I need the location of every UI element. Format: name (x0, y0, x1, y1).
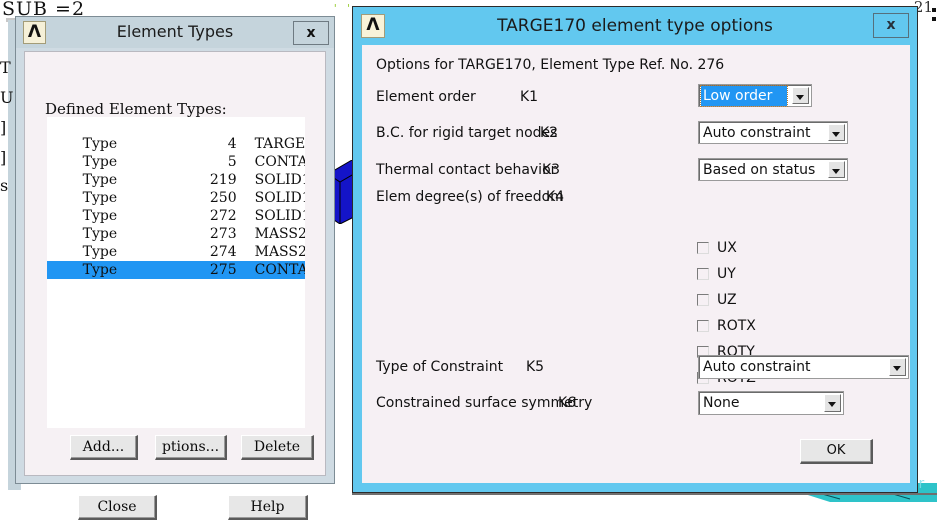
top-tick-marks: ' ' (332, 2, 352, 15)
list-item[interactable]: Type 4 TARGE170 (47, 117, 305, 152)
element-types-body: Defined Element Types: Type 4 TARGE170 Typ… (24, 51, 326, 520)
list-item-name: TARGE170 (254, 280, 305, 296)
list-item-type: Type (82, 190, 118, 206)
list-item-name: SOLID186 (254, 190, 305, 206)
list-item-number: 275 (209, 262, 237, 278)
list-item-name: CONTA174 (254, 262, 305, 278)
targe170-options-dialog: Λ TARGE170 element type options x Option… (352, 6, 918, 493)
close-button[interactable]: Close (78, 495, 157, 520)
list-item-type: Type (82, 262, 118, 278)
left-edge-char: ] (0, 148, 7, 167)
dof-checkbox-label: UZ (717, 292, 737, 308)
list-item-name: CONTA174 (254, 154, 305, 170)
element-types-titlebar[interactable]: Λ Element Types x (16, 17, 334, 48)
list-item-type: Type (82, 208, 118, 224)
constrained-surface-symmetry-value: None (703, 395, 740, 411)
left-edge-char: s (0, 176, 9, 195)
bc-rigid-target-nodes-value: Auto constraint (703, 125, 811, 141)
targe170-titlebar[interactable]: Λ TARGE170 element type options x (353, 7, 917, 45)
constrained-surface-symmetry-dropdown[interactable]: None (698, 391, 844, 415)
bc-rigid-target-nodes-key: K2 (540, 125, 559, 141)
list-item-number: 272 (209, 208, 237, 224)
checkbox-icon[interactable] (697, 320, 709, 332)
type-of-constraint-key: K5 (526, 359, 545, 375)
help-button[interactable]: Help (228, 495, 308, 520)
dof-checkbox-label: ROTX (717, 318, 756, 334)
list-item-type: Type (82, 154, 118, 170)
list-item-name: MASS21 (254, 244, 305, 260)
list-item-number: 4 (227, 136, 237, 152)
elem-dof-label: Elem degree(s) of freedom (376, 189, 564, 205)
left-edge-char: U (0, 88, 14, 107)
chevron-down-icon[interactable] (828, 124, 845, 141)
checkbox-icon[interactable] (697, 242, 709, 254)
add-button[interactable]: Add... (70, 435, 138, 460)
chevron-down-icon[interactable] (889, 358, 906, 376)
list-item-type: Type (82, 280, 118, 296)
list-item-number: 274 (209, 244, 237, 260)
thermal-contact-behavior-label: Thermal contact behavior (376, 162, 557, 178)
list-item-name: MASS21 (254, 226, 305, 242)
thermal-contact-behavior-value: Based on status (703, 162, 816, 178)
checkbox-icon[interactable] (697, 268, 709, 280)
close-icon[interactable]: x (293, 21, 329, 45)
top-right-dots (932, 8, 936, 30)
list-item-number: 276 (209, 280, 237, 296)
delete-button[interactable]: Delete (241, 435, 314, 460)
element-order-label: Element order (376, 89, 476, 105)
targe170-title: TARGE170 element type options (497, 16, 773, 36)
element-types-list[interactable]: Type 4 TARGE170 Type 5 CONTA174 Type 219 SOLID… (47, 117, 305, 428)
close-icon[interactable]: x (873, 13, 909, 38)
chevron-down-icon[interactable] (824, 394, 841, 412)
left-edge-char: T (0, 58, 11, 77)
targe170-subtitle: Options for TARGE170, Element Type Ref. … (376, 57, 725, 73)
thermal-contact-behavior-dropdown[interactable]: Based on status (698, 158, 848, 181)
element-types-dialog: Λ Element Types x Defined Element Types:… (15, 16, 335, 520)
list-item-name: SOLID186 (254, 172, 305, 188)
bc-rigid-target-nodes-dropdown[interactable]: Auto constraint (698, 121, 848, 144)
list-item-name: TARGE170 (254, 136, 305, 152)
list-item-type: Type (82, 172, 118, 188)
element-types-title: Element Types (116, 22, 234, 41)
type-of-constraint-dropdown[interactable]: Auto constraint (698, 355, 909, 379)
list-item-number: 273 (209, 226, 237, 242)
bottom-divider (352, 493, 937, 495)
list-item-type: Type (82, 136, 118, 152)
dof-checkbox-label: UY (717, 266, 736, 282)
chevron-down-icon[interactable] (792, 87, 809, 104)
element-order-key: K1 (520, 89, 539, 105)
bc-rigid-target-nodes-label: B.C. for rigid target nodes (376, 125, 558, 141)
list-item-type: Type (82, 244, 118, 260)
options-button[interactable]: ptions... (155, 435, 227, 460)
thermal-contact-behavior-key: K3 (542, 162, 561, 178)
dof-checkbox-label: UX (717, 240, 737, 256)
type-of-constraint-label: Type of Constraint (376, 359, 504, 375)
list-item-number: 250 (209, 190, 237, 206)
element-order-dropdown[interactable]: Low order (698, 84, 812, 107)
chevron-down-icon[interactable] (828, 161, 845, 178)
defined-element-types-label: Defined Element Types: (45, 100, 227, 118)
ok-button[interactable]: OK (800, 439, 873, 464)
targe170-body: Options for TARGE170, Element Type Ref. … (362, 45, 910, 483)
type-of-constraint-value: Auto constraint (703, 359, 811, 375)
list-item-type: Type (82, 226, 118, 242)
constrained-surface-symmetry-key: K6 (558, 395, 577, 411)
left-edge-char: ] (0, 118, 7, 137)
element-order-value: Low order (700, 85, 788, 107)
list-item-name: SOLID186 (254, 208, 305, 224)
checkbox-icon[interactable] (697, 294, 709, 306)
list-item-number: 219 (209, 172, 237, 188)
list-item-number: 5 (227, 154, 237, 170)
elem-dof-key: K4 (546, 189, 565, 205)
